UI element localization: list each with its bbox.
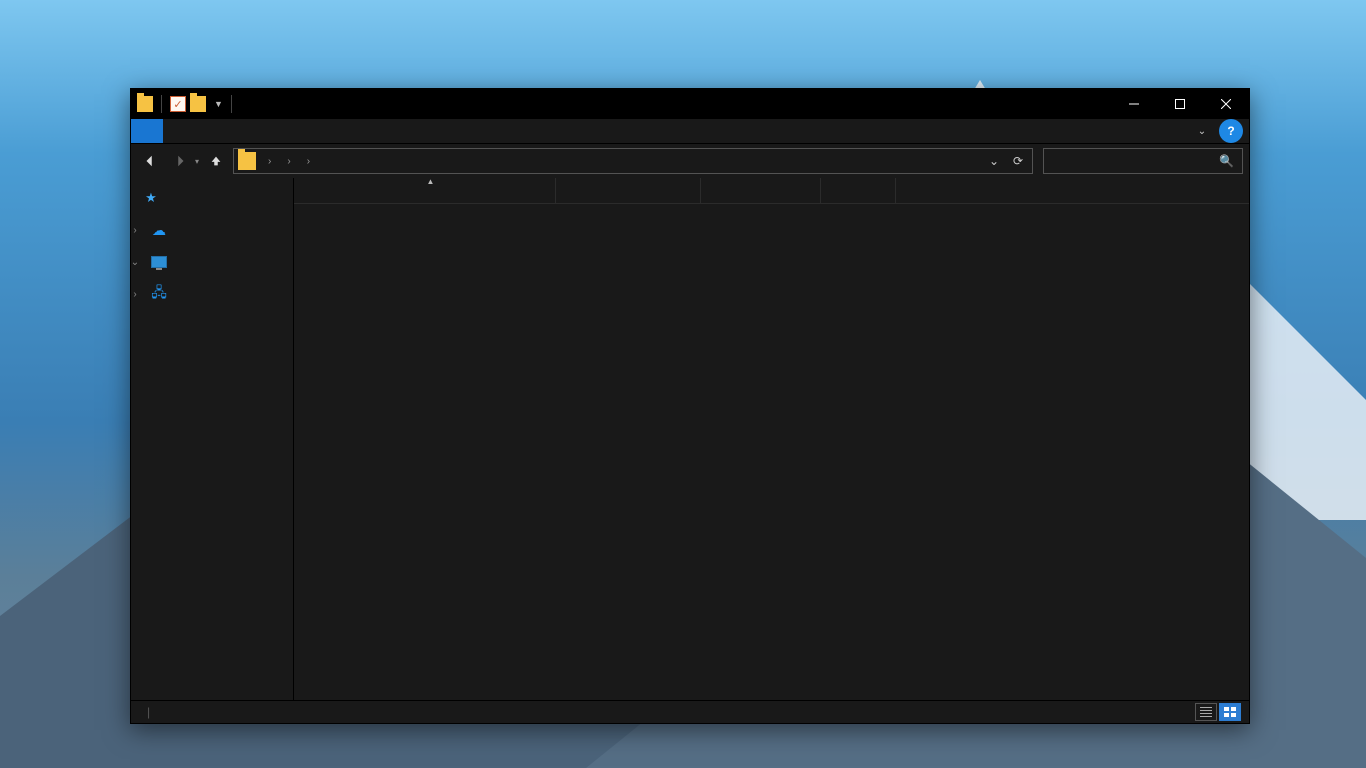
folder-icon[interactable] [137, 96, 153, 112]
search-icon: 🔍 [1219, 154, 1234, 168]
pc-icon [151, 256, 167, 268]
navigation-bar: ▾ › › › ⌄ ⟳ 🔍 [131, 144, 1249, 178]
column-date[interactable] [556, 178, 701, 203]
history-dropdown-icon[interactable]: ▾ [195, 157, 199, 166]
minimize-button[interactable] [1111, 89, 1157, 119]
tab-view[interactable] [227, 119, 259, 143]
titlebar[interactable]: ✓ ▼ [131, 89, 1249, 119]
ribbon-tabs: ⌄ ? [131, 119, 1249, 144]
column-type[interactable] [701, 178, 821, 203]
tree-onedrive[interactable]: › ☁ [131, 218, 293, 242]
navigation-tree[interactable]: ★ › ☁ ⌄ › 🖧 [131, 178, 294, 700]
tree-quick-access[interactable]: ★ [131, 186, 293, 210]
chevron-right-icon[interactable]: › [281, 156, 296, 167]
star-icon: ★ [143, 190, 159, 206]
quick-access-toolbar: ✓ ▼ [131, 95, 236, 113]
help-icon[interactable]: ? [1219, 119, 1243, 143]
view-large-icons-button[interactable] [1219, 703, 1241, 721]
address-dropdown-icon[interactable]: ⌄ [982, 149, 1006, 173]
file-list: ▲ [294, 178, 1249, 700]
forward-button[interactable] [167, 147, 193, 175]
chevron-right-icon[interactable]: › [301, 156, 316, 167]
maximize-button[interactable] [1157, 89, 1203, 119]
tab-home[interactable] [163, 119, 195, 143]
chevron-right-icon[interactable]: › [131, 289, 141, 300]
chevron-down-icon[interactable]: ⌄ [131, 257, 141, 268]
column-headers: ▲ [294, 178, 1249, 204]
tab-share[interactable] [195, 119, 227, 143]
network-icon: 🖧 [151, 286, 167, 302]
ribbon-collapse-icon[interactable]: ⌄ [1185, 119, 1219, 143]
back-button[interactable] [137, 147, 163, 175]
address-bar[interactable]: › › › ⌄ ⟳ [233, 148, 1033, 174]
close-button[interactable] [1203, 89, 1249, 119]
column-name[interactable]: ▲ [306, 178, 556, 203]
properties-icon[interactable]: ✓ [170, 96, 186, 112]
tree-this-pc[interactable]: ⌄ [131, 250, 293, 274]
folder-icon [238, 152, 256, 170]
new-folder-icon[interactable] [190, 96, 206, 112]
chevron-right-icon[interactable]: › [262, 156, 277, 167]
tree-network[interactable]: › 🖧 [131, 282, 293, 306]
status-bar: | [131, 700, 1249, 723]
search-input[interactable]: 🔍 [1043, 148, 1243, 174]
cloud-icon: ☁ [151, 222, 167, 238]
explorer-window: ✓ ▼ ⌄ ? ▾ › › › [130, 88, 1250, 724]
view-details-button[interactable] [1195, 703, 1217, 721]
chevron-right-icon[interactable]: › [131, 225, 141, 236]
sort-asc-icon: ▲ [427, 177, 435, 186]
refresh-icon[interactable]: ⟳ [1006, 149, 1030, 173]
qat-dropdown-icon[interactable]: ▼ [214, 99, 223, 109]
column-size[interactable] [821, 178, 896, 203]
up-button[interactable] [203, 147, 229, 175]
tab-file[interactable] [131, 119, 163, 143]
